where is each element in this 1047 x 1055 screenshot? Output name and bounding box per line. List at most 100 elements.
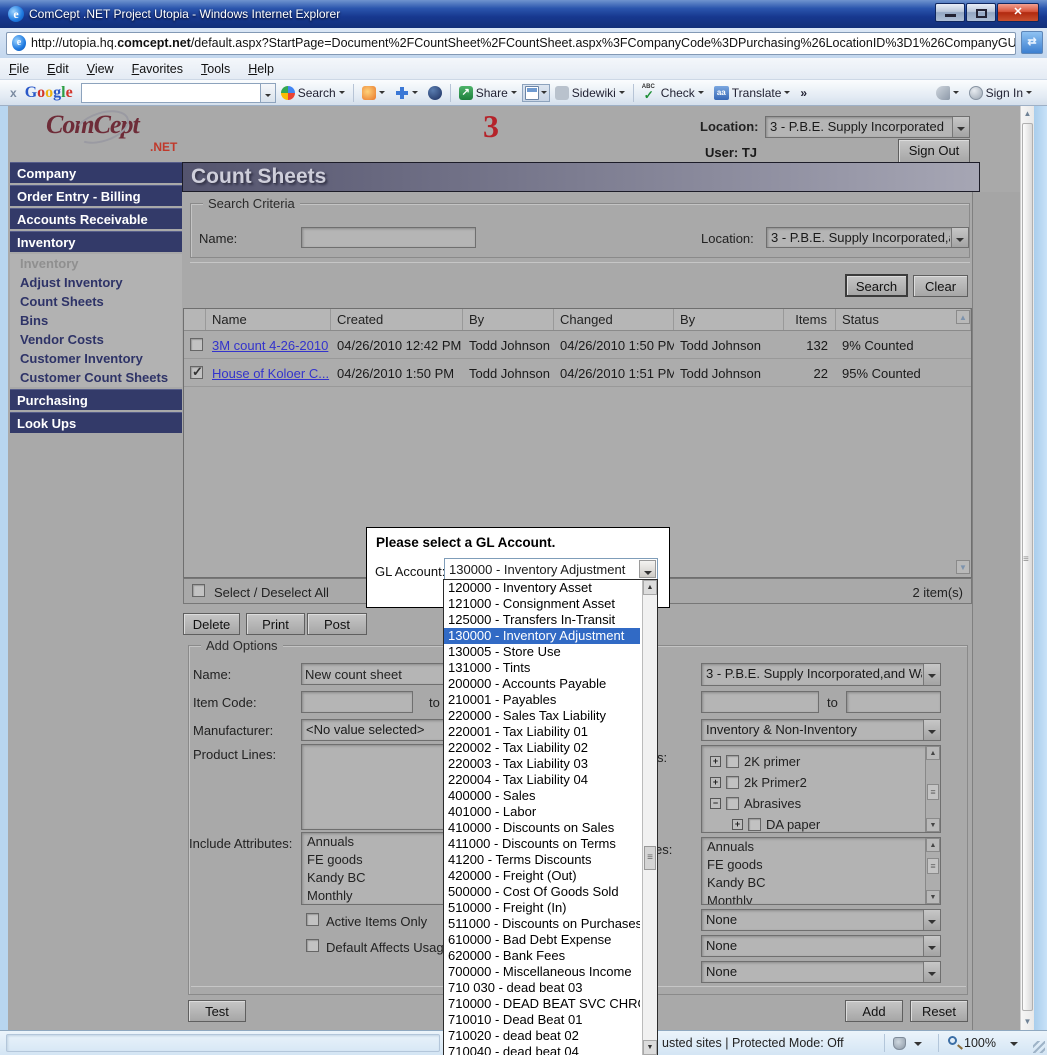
gl-option[interactable]: 41200 - Terms Discounts — [444, 852, 640, 868]
scroll-thumb[interactable]: ≡ — [927, 858, 939, 874]
col-by[interactable]: By — [463, 309, 554, 330]
combobox-arrow-icon[interactable] — [639, 560, 656, 578]
zoom-dropdown-icon[interactable] — [1010, 1042, 1018, 1046]
gl-option[interactable]: 410000 - Discounts on Sales — [444, 820, 640, 836]
earth-button[interactable] — [423, 84, 447, 102]
dropdown-arrow-icon[interactable] — [952, 117, 969, 137]
col-changed-by[interactable]: By — [674, 309, 784, 330]
print-button[interactable]: Print — [246, 613, 305, 635]
none-dropdown-2[interactable]: None — [701, 935, 941, 957]
search-location-dropdown[interactable]: 3 - P.B.E. Supply Incorporated,and — [766, 227, 969, 248]
count-sheet-link[interactable]: House of Koloer C... — [212, 366, 329, 381]
right-location-dropdown[interactable]: 3 - P.B.E. Supply Incorporated,and Wa — [701, 663, 941, 686]
minimize-button[interactable] — [935, 3, 965, 22]
menu-file[interactable]: File — [0, 60, 38, 78]
list-item[interactable]: Kandy BC — [302, 869, 443, 887]
google-search-input[interactable] — [81, 83, 261, 103]
sidewiki-button[interactable]: Sidewiki — [550, 84, 630, 102]
name-input[interactable] — [301, 663, 446, 685]
bookmarks-button[interactable] — [357, 84, 390, 102]
list-item[interactable]: FE goods — [302, 851, 443, 869]
scroll-up-icon[interactable]: ▲ — [926, 838, 940, 852]
search-history-dropdown[interactable] — [261, 83, 276, 103]
sidebar-item-inventory[interactable]: Inventory — [10, 231, 182, 252]
signin-button[interactable]: Sign In — [964, 84, 1037, 102]
clear-button[interactable]: Clear — [913, 275, 968, 297]
scroll-up-icon[interactable]: ▲ — [643, 580, 657, 595]
scroll-down-icon[interactable]: ▼ — [643, 1040, 657, 1055]
gl-option[interactable]: 120000 - Inventory Asset — [444, 580, 640, 596]
col-name[interactable]: Name — [206, 309, 331, 330]
search-name-input[interactable] — [301, 227, 476, 248]
list-item[interactable]: FE goods — [702, 856, 940, 874]
list-item[interactable]: Annuals — [702, 838, 940, 856]
scroll-up-icon[interactable]: ▲ — [926, 746, 940, 760]
signout-button[interactable]: Sign Out — [898, 139, 970, 163]
gl-option[interactable]: 510000 - Freight (In) — [444, 900, 640, 916]
sidebar-item-accounts-receivable[interactable]: Accounts Receivable — [10, 208, 182, 229]
sidebar-sub-vendor-costs[interactable]: Vendor Costs — [10, 330, 182, 349]
sidebar-sub-adjust-inventory[interactable]: Adjust Inventory — [10, 273, 182, 292]
add-button[interactable]: Add — [845, 1000, 903, 1022]
share-button[interactable]: ↗Share — [454, 84, 522, 102]
gl-option[interactable]: 400000 - Sales — [444, 788, 640, 804]
product-lines-listbox[interactable] — [301, 744, 444, 830]
gl-option[interactable]: 121000 - Consignment Asset — [444, 596, 640, 612]
list-item[interactable]: Monthly — [302, 887, 443, 905]
test-button[interactable]: Test — [188, 1000, 246, 1022]
gl-list-scrollbar[interactable]: ▲ ≡ ▼ — [642, 580, 657, 1055]
reset-button[interactable]: Reset — [910, 1000, 968, 1022]
zone-dropdown-icon[interactable] — [914, 1042, 922, 1046]
gl-option[interactable]: 125000 - Transfers In-Transit — [444, 612, 640, 628]
scroll-down-icon[interactable]: ▼ — [926, 818, 940, 832]
list-item[interactable]: Annuals — [302, 833, 443, 851]
gl-option[interactable]: 610000 - Bad Debt Expense — [444, 932, 640, 948]
scroll-thumb[interactable]: ≡ — [927, 784, 939, 800]
tree-scrollbar[interactable]: ▲ ≡ ▼ — [925, 746, 940, 832]
col-changed[interactable]: Changed — [554, 309, 674, 330]
attributes-scrollbar[interactable]: ▲ ≡ ▼ — [925, 838, 940, 904]
scroll-thumb[interactable] — [1022, 123, 1033, 1011]
col-status[interactable]: Status — [836, 309, 971, 330]
menu-edit[interactable]: Edit — [38, 60, 78, 78]
tree-checkbox[interactable] — [748, 818, 761, 831]
tree-collapse-icon[interactable]: − — [710, 798, 721, 809]
tree-checkbox[interactable] — [726, 797, 739, 810]
gl-option[interactable]: 710040 - dead beat 04 — [444, 1044, 640, 1055]
scroll-up-icon[interactable]: ▲ — [1021, 106, 1034, 122]
dropdown-arrow-icon[interactable] — [951, 228, 968, 247]
translate-button[interactable]: aaTranslate — [709, 84, 796, 102]
close-button[interactable]: ✕ — [997, 3, 1039, 22]
row-checkbox[interactable] — [190, 338, 203, 351]
delete-button[interactable]: Delete — [183, 613, 240, 635]
gl-option[interactable]: 401000 - Labor — [444, 804, 640, 820]
url-field[interactable]: e http://utopia.hq.comcept.net/default.a… — [6, 32, 1016, 55]
sidebar-sub-bins[interactable]: Bins — [10, 311, 182, 330]
gl-option[interactable]: 710020 - dead beat 02 — [444, 1028, 640, 1044]
count-sheet-link[interactable]: 3M count 4-26-2010 — [212, 338, 328, 353]
tree-item[interactable]: − Abrasives — [710, 796, 801, 811]
toolbar-close-icon[interactable]: x — [10, 87, 17, 99]
tree-checkbox[interactable] — [726, 776, 739, 789]
product-lines-tree[interactable]: + 2K primer + 2k Primer2 − Abrasives + — [701, 745, 941, 833]
spellcheck-button[interactable]: ABC✓Check — [637, 84, 709, 102]
sidebar-sub-customer-inventory[interactable]: Customer Inventory — [10, 349, 182, 368]
item-type-dropdown[interactable]: Inventory & Non-Inventory — [701, 719, 941, 741]
gl-option[interactable]: 710000 - DEAD BEAT SVC CHRG — [444, 996, 640, 1012]
none-dropdown-1[interactable]: None — [701, 909, 941, 931]
toolbar-overflow-button[interactable]: » — [795, 84, 812, 102]
scroll-down-icon[interactable]: ▼ — [1021, 1014, 1034, 1030]
gl-option[interactable]: 210001 - Payables — [444, 692, 640, 708]
list-item[interactable]: Kandy BC — [702, 874, 940, 892]
add-gadgets-button[interactable] — [390, 84, 423, 102]
select-all-checkbox[interactable] — [192, 584, 205, 597]
gl-option-selected[interactable]: 130000 - Inventory Adjustment — [444, 628, 640, 644]
post-button[interactable]: Post — [307, 613, 367, 635]
gl-option[interactable]: 220001 - Tax Liability 01 — [444, 724, 640, 740]
sidebar-item-company[interactable]: Company — [10, 162, 182, 183]
gl-option[interactable]: 131000 - Tints — [444, 660, 640, 676]
tree-expand-icon[interactable]: + — [710, 756, 721, 767]
browser-scrollbar[interactable]: ▲ ≡ ▼ — [1020, 106, 1034, 1030]
none-dropdown-3[interactable]: None — [701, 961, 941, 983]
maximize-button[interactable] — [966, 3, 996, 22]
